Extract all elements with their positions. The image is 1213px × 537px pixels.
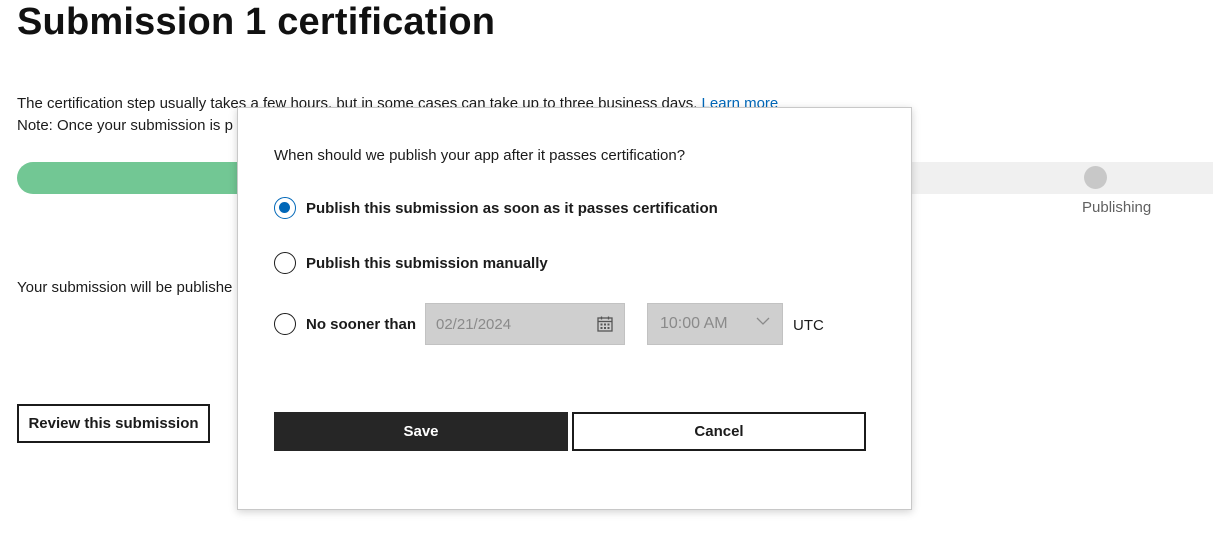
date-picker-field[interactable]: 02/21/2024: [425, 303, 625, 345]
publishing-step-dot: [1084, 166, 1107, 189]
dialog-question: When should we publish your app after it…: [274, 147, 686, 164]
radio-option-publish-manually[interactable]: Publish this submission manually: [274, 252, 548, 274]
radio-button[interactable]: [274, 252, 296, 274]
radio-option-publish-asap[interactable]: Publish this submission as soon as it pa…: [274, 197, 718, 219]
review-submission-button[interactable]: Review this submission: [17, 404, 210, 443]
publish-status-text: Your submission will be publishe: [17, 279, 233, 296]
radio-label: No sooner than: [306, 315, 417, 333]
radio-button-checked[interactable]: [274, 197, 296, 219]
calendar-icon[interactable]: [596, 315, 614, 333]
radio-option-no-sooner-than[interactable]: No sooner than: [274, 313, 416, 335]
submission-note: Note: Once your submission is p: [17, 117, 233, 134]
progress-fill: [17, 162, 257, 194]
radio-label: Publish this submission as soon as it pa…: [306, 199, 718, 217]
radio-label: Publish this submission manually: [306, 254, 548, 272]
publish-options-dialog: When should we publish your app after it…: [237, 107, 912, 510]
page: Submission 1 certification The certifica…: [0, 0, 1213, 537]
time-value: 10:00 AM: [660, 315, 728, 332]
save-button[interactable]: Save: [274, 412, 568, 451]
page-title: Submission 1 certification: [17, 1, 496, 43]
timezone-label: UTC: [793, 317, 824, 334]
time-select[interactable]: 10:00 AM: [647, 303, 783, 345]
publishing-step-label: Publishing: [1082, 199, 1152, 216]
chevron-down-icon: [756, 317, 770, 325]
radio-button[interactable]: [274, 313, 296, 335]
cancel-button[interactable]: Cancel: [572, 412, 866, 451]
date-value: 02/21/2024: [436, 315, 512, 333]
